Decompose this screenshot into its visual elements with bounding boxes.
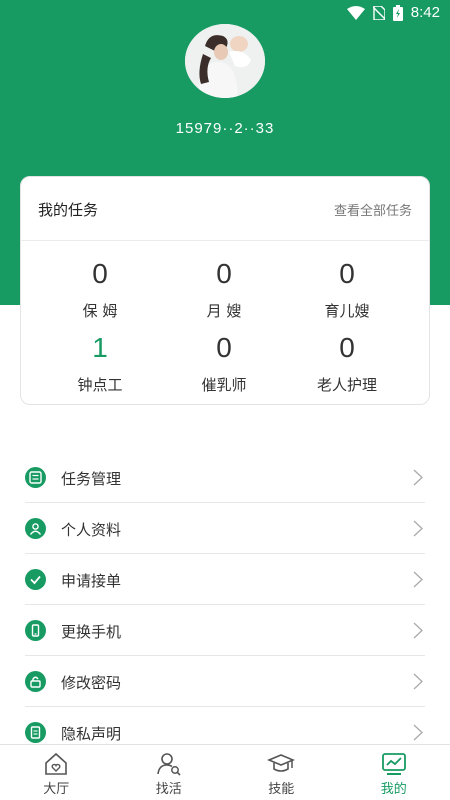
menu-label: 申请接单 <box>61 572 122 590</box>
menu-label: 任务管理 <box>61 470 122 488</box>
card-title: 我的任务 <box>38 201 99 219</box>
home-heart-icon <box>45 752 68 775</box>
tab-label: 我的 <box>380 782 407 797</box>
menu-label: 隐私声明 <box>61 725 122 743</box>
task-label: 保 姆 <box>82 302 118 320</box>
chevron-right-icon <box>413 469 423 486</box>
task-elderly-care[interactable]: 0 老人护理 <box>279 330 415 395</box>
status-time: 8:42 <box>410 4 440 21</box>
tab-label: 大厅 <box>43 782 70 797</box>
chart-monitor-icon <box>381 753 406 775</box>
graduation-cap-icon <box>267 754 296 772</box>
tab-label: 找活 <box>155 782 182 797</box>
chevron-right-icon <box>413 571 423 588</box>
avatar[interactable] <box>185 24 265 98</box>
no-sim-icon <box>372 5 385 20</box>
tab-skills[interactable]: 技能 <box>225 745 338 800</box>
menu-change-phone[interactable]: 更换手机 <box>25 605 425 656</box>
chevron-right-icon <box>413 520 423 537</box>
phone-number: 15979··2··33 <box>175 120 275 137</box>
menu-label: 修改密码 <box>61 674 122 692</box>
user-icon <box>25 518 46 539</box>
task-count: 0 <box>216 258 232 289</box>
check-icon <box>25 569 46 590</box>
task-maternity-matron[interactable]: 0 月 嫂 <box>156 256 292 321</box>
task-nanny[interactable]: 0 保 姆 <box>32 256 168 321</box>
person-search-icon <box>156 753 181 776</box>
phone-icon <box>25 620 46 641</box>
task-label: 钟点工 <box>77 376 123 394</box>
task-lactation[interactable]: 0 催乳师 <box>156 330 292 395</box>
chevron-right-icon <box>413 673 423 690</box>
task-hourly-worker[interactable]: 1 钟点工 <box>32 330 168 395</box>
menu-label: 更换手机 <box>61 623 122 641</box>
task-count: 0 <box>339 258 355 289</box>
menu-task-management[interactable]: 任务管理 <box>25 452 425 503</box>
chevron-right-icon <box>413 622 423 639</box>
wifi-icon <box>346 5 365 20</box>
chevron-right-icon <box>413 724 423 741</box>
task-label: 老人护理 <box>316 376 377 394</box>
tab-label: 技能 <box>268 782 295 797</box>
settings-menu: 任务管理 个人资料 申请接单 更换手机 修改密码 隐私声明 <box>25 452 425 758</box>
task-count: 0 <box>339 332 355 363</box>
bottom-tab-bar: 大厅 找活 技能 我的 <box>0 744 450 800</box>
menu-change-password[interactable]: 修改密码 <box>25 656 425 707</box>
status-bar: 8:42 <box>0 0 450 26</box>
task-count: 0 <box>92 258 108 289</box>
tab-find-work[interactable]: 找活 <box>113 745 226 800</box>
task-label: 月 嫂 <box>206 302 242 320</box>
menu-label: 个人资料 <box>61 521 122 539</box>
task-label: 催乳师 <box>201 376 247 394</box>
task-childcare[interactable]: 0 育儿嫂 <box>279 256 415 321</box>
tab-hall[interactable]: 大厅 <box>0 745 113 800</box>
task-label: 育儿嫂 <box>324 302 370 320</box>
my-tasks-card: 我的任务 查看全部任务 0 保 姆 0 月 嫂 0 育儿嫂 1 钟点工 0 催乳… <box>20 176 430 405</box>
document-icon <box>25 722 46 743</box>
tab-mine[interactable]: 我的 <box>338 745 450 800</box>
menu-apply-orders[interactable]: 申请接单 <box>25 554 425 605</box>
task-count: 1 <box>92 332 108 363</box>
list-icon <box>25 467 46 488</box>
card-header: 我的任务 查看全部任务 <box>21 177 429 241</box>
menu-profile[interactable]: 个人资料 <box>25 503 425 554</box>
view-all-tasks-link[interactable]: 查看全部任务 <box>334 200 412 219</box>
lock-icon <box>25 671 46 692</box>
battery-icon <box>392 4 403 21</box>
task-grid: 0 保 姆 0 月 嫂 0 育儿嫂 1 钟点工 0 催乳师 0 老人护理 <box>21 241 429 405</box>
task-count: 0 <box>216 332 232 363</box>
